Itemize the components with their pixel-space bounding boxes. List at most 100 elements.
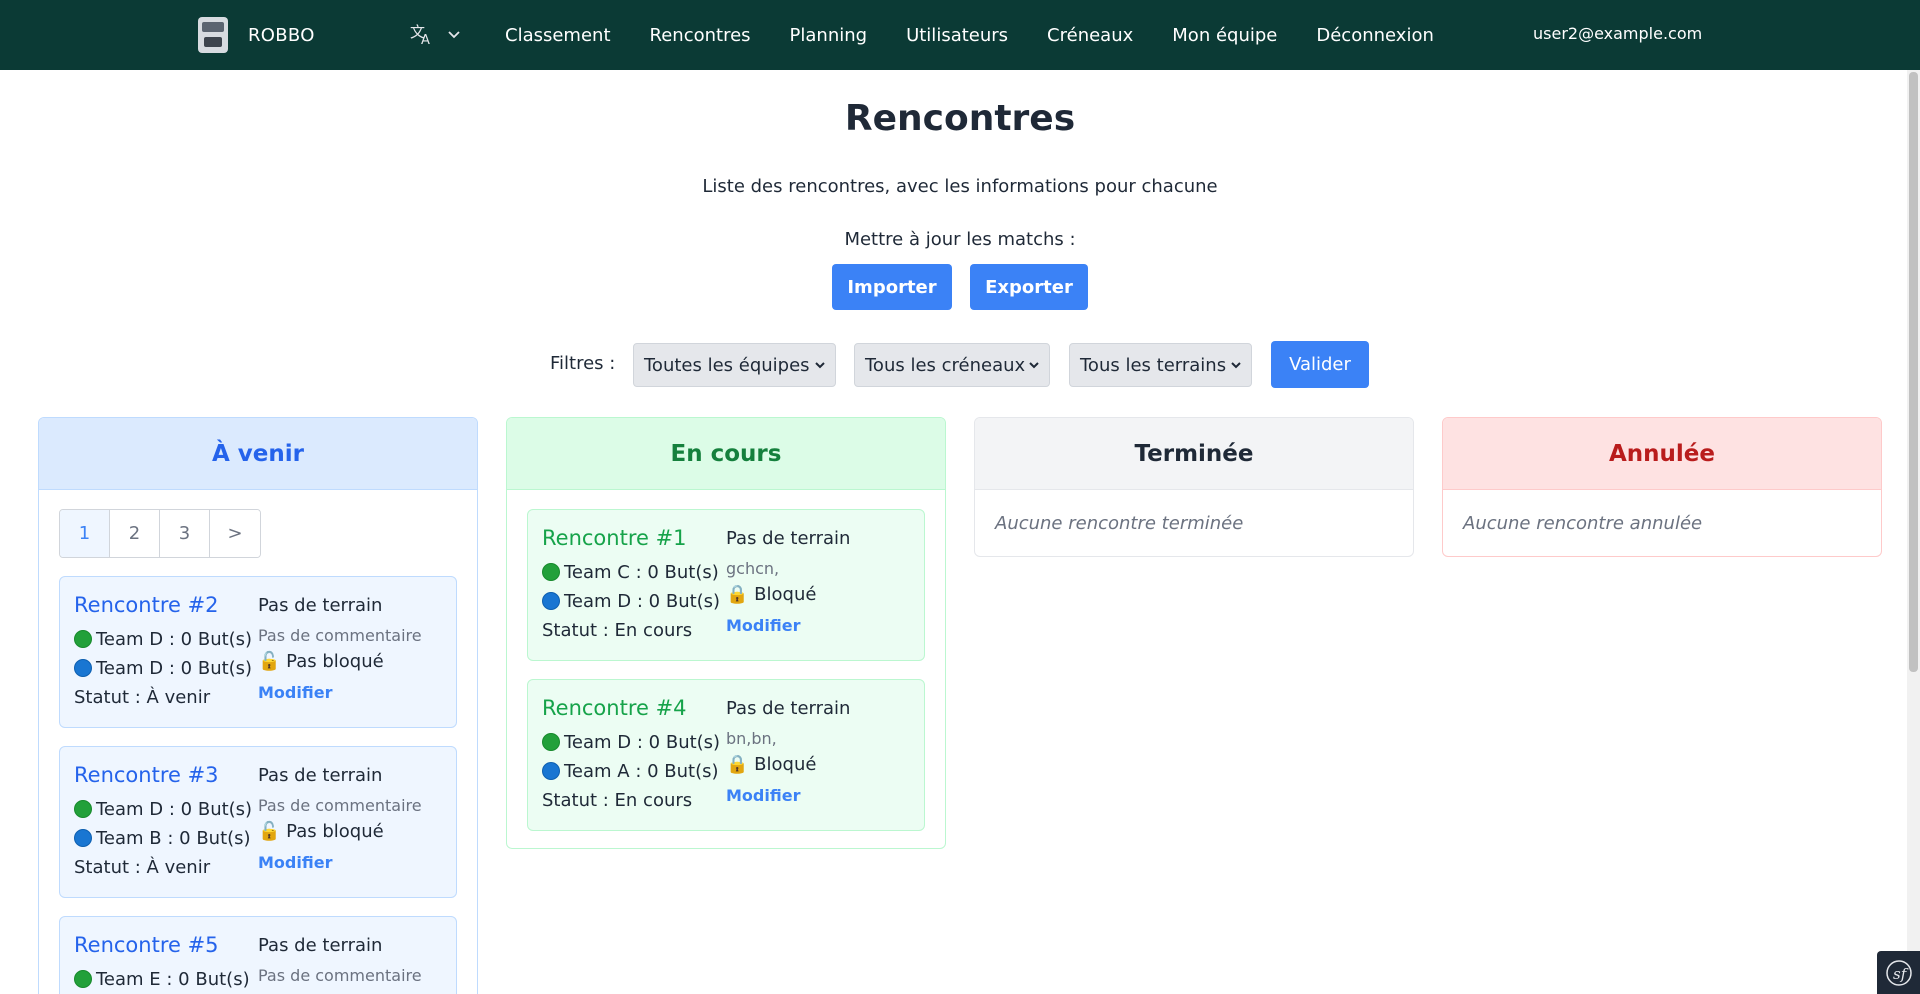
filter-submit-button[interactable]: Valider	[1271, 341, 1369, 388]
page-2-button[interactable]: 2	[110, 510, 160, 557]
match-title[interactable]: Rencontre #4	[542, 696, 687, 720]
match-title[interactable]: Rencontre #1	[542, 526, 687, 550]
match-terrain: Pas de terrain	[726, 528, 851, 549]
match-comment: gchcn,	[726, 559, 780, 578]
slot-filter-select[interactable]: Tous les créneaux	[854, 343, 1050, 387]
match-card: Rencontre #3 Team D : 0 But(s) Team B : …	[59, 746, 457, 898]
lock-status: 🔒 Bloqué	[726, 584, 817, 605]
chevron-down-icon	[815, 362, 825, 369]
match-terrain: Pas de terrain	[726, 698, 851, 719]
page-1-button[interactable]: 1	[60, 510, 110, 557]
match-card: Rencontre #4 Team D : 0 But(s) Team A : …	[527, 679, 925, 831]
match-status: Statut : En cours	[542, 790, 693, 811]
edit-link[interactable]: Modifier	[258, 853, 332, 872]
match-status: Statut : En cours	[542, 620, 693, 641]
nav-links: Classement Rencontres Planning Utilisate…	[505, 0, 1473, 70]
field-filter-value: Tous les terrains	[1080, 354, 1227, 376]
lock-status: 🔓 Pas bloqué	[258, 821, 384, 842]
team-filter-select[interactable]: Toutes les équipes	[633, 343, 836, 387]
team2-color-icon	[74, 829, 92, 847]
lock-status: 🔓 Pas bloqué	[258, 651, 384, 672]
unlocked-icon: 🔓	[258, 651, 281, 672]
team1-color-icon	[74, 800, 92, 818]
match-title[interactable]: Rencontre #2	[74, 593, 219, 617]
brand-name: ROBBO	[248, 24, 315, 46]
chevron-down-icon	[448, 31, 460, 39]
team1-score: Team C : 0 But(s)	[542, 562, 719, 583]
filters-label: Filtres :	[550, 353, 616, 374]
unlocked-icon: 🔓	[258, 821, 281, 842]
lock-status: 🔒 Bloqué	[726, 754, 817, 775]
pagination: 1 2 3 >	[59, 509, 261, 558]
team1-score: Team D : 0 But(s)	[542, 732, 720, 753]
column-annulee: Annulée Aucune rencontre annulée	[1442, 417, 1882, 557]
page-3-button[interactable]: 3	[160, 510, 210, 557]
empty-message: Aucune rencontre annulée	[1463, 512, 1703, 534]
team1-color-icon	[74, 970, 92, 988]
match-card: Rencontre #5 Team E : 0 But(s) Pas de te…	[59, 916, 457, 994]
team2-score: Team A : 0 But(s)	[542, 761, 719, 782]
translate-icon: 文 A	[410, 23, 430, 46]
next-page-button[interactable]: >	[210, 510, 260, 557]
svg-text:A: A	[421, 33, 430, 46]
match-title[interactable]: Rencontre #5	[74, 933, 219, 957]
nav-link-planning[interactable]: Planning	[790, 25, 868, 46]
user-email[interactable]: user2@example.com	[1533, 24, 1702, 43]
robbo-logo-icon	[198, 17, 228, 53]
edit-link[interactable]: Modifier	[258, 683, 332, 702]
team1-color-icon	[542, 733, 560, 751]
match-terrain: Pas de terrain	[258, 595, 383, 616]
edit-link[interactable]: Modifier	[726, 616, 800, 635]
match-comment: Pas de commentaire	[258, 796, 422, 815]
export-button[interactable]: Exporter	[970, 264, 1088, 310]
team1-score: Team E : 0 But(s)	[74, 969, 250, 990]
edit-link[interactable]: Modifier	[726, 786, 800, 805]
team1-color-icon	[542, 563, 560, 581]
match-comment: Pas de commentaire	[258, 966, 422, 985]
locked-icon: 🔒	[726, 584, 749, 605]
column-title-annulee: Annulée	[1443, 418, 1881, 490]
match-status: Statut : À venir	[74, 857, 211, 878]
team2-color-icon	[74, 659, 92, 677]
team2-score: Team D : 0 But(s)	[542, 591, 720, 612]
symfony-icon: sf	[1885, 959, 1912, 986]
match-card: Rencontre #1 Team C : 0 But(s) Team D : …	[527, 509, 925, 661]
field-filter-select[interactable]: Tous les terrains	[1069, 343, 1252, 387]
team1-score: Team D : 0 But(s)	[74, 629, 252, 650]
column-title-terminee: Terminée	[975, 418, 1413, 490]
svg-text:sf: sf	[1893, 965, 1909, 983]
match-status: Statut : À venir	[74, 687, 211, 708]
import-button[interactable]: Importer	[832, 264, 952, 310]
page-subtitle: Liste des rencontres, avec les informati…	[702, 176, 1218, 197]
team2-color-icon	[542, 592, 560, 610]
match-comment: Pas de commentaire	[258, 626, 422, 645]
brand[interactable]: ROBBO	[198, 17, 315, 53]
nav-link-deconnexion[interactable]: Déconnexion	[1316, 25, 1434, 46]
match-card: Rencontre #2 Team D : 0 But(s) Team D : …	[59, 576, 457, 728]
symfony-toolbar-toggle[interactable]: sf	[1877, 951, 1920, 994]
match-comment: bn,bn,	[726, 729, 777, 748]
match-terrain: Pas de terrain	[258, 765, 383, 786]
team1-score: Team D : 0 But(s)	[74, 799, 252, 820]
top-navbar: ROBBO 文 A Classement Rencontres Planning…	[0, 0, 1920, 70]
column-terminee: Terminée Aucune rencontre terminée	[974, 417, 1414, 557]
nav-link-classement[interactable]: Classement	[505, 25, 611, 46]
empty-message: Aucune rencontre terminée	[995, 512, 1244, 534]
language-switcher[interactable]: 文 A	[410, 22, 466, 46]
chevron-down-icon	[1231, 362, 1241, 369]
page-title: Rencontres	[844, 98, 1076, 139]
column-title-en-cours: En cours	[507, 418, 945, 490]
nav-link-utilisateurs[interactable]: Utilisateurs	[906, 25, 1008, 46]
team2-score: Team B : 0 But(s)	[74, 828, 251, 849]
match-title[interactable]: Rencontre #3	[74, 763, 219, 787]
nav-link-rencontres[interactable]: Rencontres	[650, 25, 751, 46]
nav-link-mon-equipe[interactable]: Mon équipe	[1172, 25, 1277, 46]
team1-color-icon	[74, 630, 92, 648]
nav-link-creneaux[interactable]: Créneaux	[1047, 25, 1133, 46]
team-filter-value: Toutes les équipes	[644, 354, 810, 376]
slot-filter-value: Tous les créneaux	[865, 354, 1026, 376]
scrollbar-thumb[interactable]	[1909, 72, 1918, 672]
match-terrain: Pas de terrain	[258, 935, 383, 956]
team2-color-icon	[542, 762, 560, 780]
locked-icon: 🔒	[726, 754, 749, 775]
